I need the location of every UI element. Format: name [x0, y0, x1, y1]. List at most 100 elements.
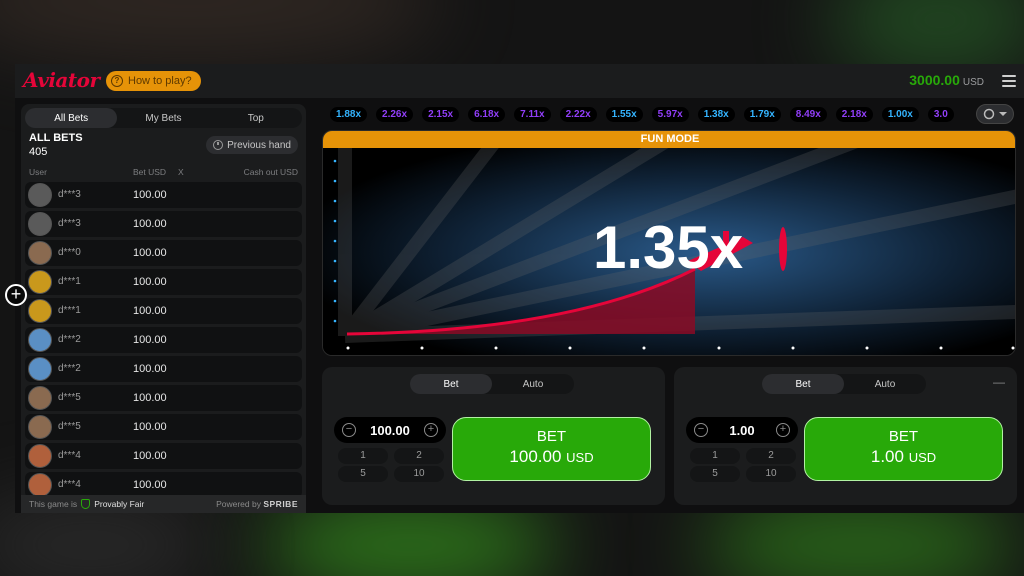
history-dropdown-icon — [983, 108, 1007, 120]
bet-button-currency: USD — [908, 450, 937, 465]
tab-auto[interactable]: Auto — [844, 374, 926, 394]
avatar — [28, 241, 52, 265]
quick-amount-5[interactable]: 5 — [338, 466, 388, 482]
bet-row-amount: 100.00 — [133, 479, 167, 491]
bet-button[interactable]: BET 100.00 USD — [452, 417, 651, 481]
tab-auto[interactable]: Auto — [492, 374, 574, 394]
history-multiplier[interactable]: 2.22x — [559, 106, 597, 122]
history-multiplier[interactable]: 6.18x — [468, 106, 506, 122]
tab-all-bets[interactable]: All Bets — [25, 108, 118, 128]
avatar — [28, 270, 52, 294]
bets-tabs: All Bets My Bets Top — [25, 108, 302, 128]
avatar — [28, 183, 52, 207]
quick-amount-10[interactable]: 10 — [746, 466, 796, 482]
history-dropdown-button[interactable] — [976, 104, 1014, 124]
quick-amount-1[interactable]: 1 — [338, 448, 388, 464]
column-cashout: Cash out USD — [243, 167, 298, 177]
plus-icon[interactable]: + — [776, 423, 790, 437]
bet-row: d***1 100.00 — [25, 269, 302, 295]
bet-row: d***5 100.00 — [25, 385, 302, 411]
history-multiplier[interactable]: 3.0 — [927, 106, 954, 122]
bet-row: d***3 100.00 — [25, 182, 302, 208]
provably-fair-link[interactable]: This game is Provably Fair — [29, 499, 144, 509]
current-multiplier: 1.35x — [593, 214, 744, 281]
spribe-logo: SPRIBE — [263, 499, 298, 509]
bet-row-user: d***1 — [58, 305, 81, 316]
bet-row-user: d***2 — [58, 334, 81, 345]
quick-amount-1[interactable]: 1 — [690, 448, 740, 464]
history-multiplier[interactable]: 1.38x — [697, 106, 735, 122]
avatar — [28, 444, 52, 468]
history-multiplier[interactable]: 1.88x — [330, 106, 368, 122]
bet-panel-1-tabs: Bet Auto — [410, 374, 574, 394]
bet-row-user: d***2 — [58, 363, 81, 374]
how-to-play-label: How to play? — [128, 75, 192, 87]
avatar — [28, 212, 52, 236]
bet-row: d***2 100.00 — [25, 356, 302, 382]
bet-row-amount: 100.00 — [133, 392, 167, 404]
bet-row-amount: 100.00 — [133, 189, 167, 201]
avatar — [28, 299, 52, 323]
tab-top[interactable]: Top — [210, 108, 302, 128]
bet-row-amount: 100.00 — [133, 247, 167, 259]
bet-row-user: d***5 — [58, 421, 81, 432]
plus-circle-icon[interactable]: + — [5, 284, 27, 306]
previous-hand-button[interactable]: Previous hand — [206, 136, 298, 154]
remove-panel-button[interactable]: — — [993, 375, 1005, 389]
quick-amount-5[interactable]: 5 — [690, 466, 740, 482]
hamburger-menu-icon[interactable] — [1002, 75, 1016, 87]
bets-list: d***3 100.00 d***3 100.00 d***0 100.00 d***1 10… — [25, 182, 302, 501]
panel-footer: This game is Provably Fair Powered by SPR… — [21, 495, 306, 513]
bet-row: d***4 100.00 — [25, 443, 302, 469]
history-multiplier[interactable]: 2.26x — [376, 106, 414, 122]
bet-row-user: d***1 — [58, 276, 81, 287]
provably-fair-label: Provably Fair — [94, 499, 145, 509]
column-user: User — [29, 167, 47, 177]
quick-amount-2[interactable]: 2 — [394, 448, 444, 464]
avatar — [28, 328, 52, 352]
tab-my-bets[interactable]: My Bets — [117, 108, 209, 128]
bet-button-title: BET — [888, 428, 919, 445]
history-multiplier[interactable]: 2.18x — [835, 106, 873, 122]
avatar — [28, 386, 52, 410]
history-multiplier[interactable]: 5.97x — [651, 106, 689, 122]
bet-row: d***2 100.00 — [25, 327, 302, 353]
bet-button-amount: 1.00 — [870, 447, 904, 466]
tab-bet[interactable]: Bet — [410, 374, 492, 394]
how-to-play-button[interactable]: ? How to play? — [106, 71, 201, 91]
quick-amount-2[interactable]: 2 — [746, 448, 796, 464]
history-multiplier[interactable]: 1.55x — [605, 106, 643, 122]
powered-by-label: Powered by — [216, 499, 261, 509]
bet-button-amount: 100.00 — [509, 447, 562, 466]
history-multiplier[interactable]: 8.49x — [789, 106, 827, 122]
bet-panel-2-tabs: Bet Auto — [762, 374, 926, 394]
bet-row-user: d***0 — [58, 247, 81, 258]
history-icon — [213, 140, 224, 150]
bet-row-amount: 100.00 — [133, 334, 167, 346]
bet-row-user: d***3 — [58, 189, 81, 200]
bet-row-user: d***3 — [58, 218, 81, 229]
quick-amount-10[interactable]: 10 — [394, 466, 444, 482]
bet-amount-stepper: − 1.00 + — [686, 417, 798, 443]
history-multiplier[interactable]: 7.11x — [514, 106, 551, 122]
powered-by: Powered by SPRIBE — [216, 499, 298, 509]
tab-bet[interactable]: Bet — [762, 374, 844, 394]
previous-hand-label: Previous hand — [227, 139, 291, 151]
bet-row-amount: 100.00 — [133, 218, 167, 230]
history-multiplier[interactable]: 1.00x — [881, 106, 919, 122]
bet-button[interactable]: BET 1.00 USD — [804, 417, 1003, 481]
plus-icon[interactable]: + — [424, 423, 438, 437]
history-multiplier[interactable]: 1.79x — [743, 106, 781, 122]
bet-row-amount: 100.00 — [133, 421, 167, 433]
bet-row-amount: 100.00 — [133, 305, 167, 317]
history-multiplier[interactable]: 2.15x — [422, 106, 460, 122]
question-icon: ? — [111, 75, 123, 87]
column-x: X — [178, 167, 184, 177]
bet-panel-2: Bet Auto — − 1.00 + 1 2 5 10 BET 1.00 US… — [674, 367, 1017, 505]
column-bet: Bet USD — [133, 167, 167, 177]
multiplier-history: 1.88x 2.26x 2.15x 6.18x 7.11x 2.22x 1.55x 5.97x… — [330, 104, 1020, 124]
bet-row: d***0 100.00 — [25, 240, 302, 266]
bet-row-amount: 100.00 — [133, 276, 167, 288]
bet-button-title: BET — [536, 428, 567, 445]
top-bar: Aviator ? How to play? 3000.00 USD — [15, 64, 1024, 98]
